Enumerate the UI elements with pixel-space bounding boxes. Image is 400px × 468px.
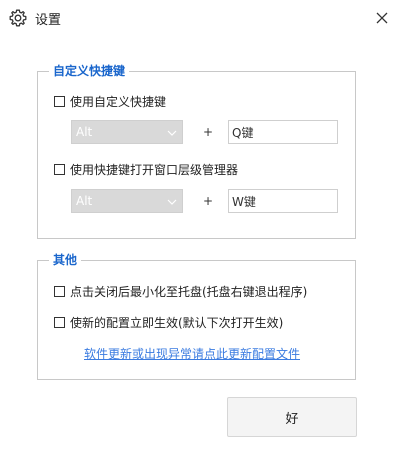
custom-shortcut-option[interactable]: 使用自定义快捷键 xyxy=(54,93,166,109)
other-group-title: 其他 xyxy=(49,252,82,268)
minimize-to-tray-label[interactable]: 点击关闭后最小化至托盘(托盘右键退出程序) xyxy=(70,283,307,300)
window-manager-key-input[interactable]: W键 xyxy=(228,189,338,213)
window-manager-label[interactable]: 使用快捷键打开窗口层级管理器 xyxy=(70,161,238,178)
shortcuts-group-title: 自定义快捷键 xyxy=(49,63,130,79)
window-manager-option[interactable]: 使用快捷键打开窗口层级管理器 xyxy=(54,161,238,177)
window-title: 设置 xyxy=(35,13,62,28)
ok-button[interactable]: 好 xyxy=(227,397,357,437)
apply-config-label[interactable]: 使新的配置立即生效(默认下次打开生效) xyxy=(70,314,283,331)
window-manager-plus: + xyxy=(203,194,214,208)
custom-shortcut-plus: + xyxy=(203,125,214,139)
title-bar: 设置 xyxy=(0,0,400,36)
minimize-to-tray-checkbox[interactable] xyxy=(54,285,65,297)
apply-config-option[interactable]: 使新的配置立即生效(默认下次打开生效) xyxy=(54,314,283,330)
update-config-link[interactable]: 软件更新或出现异常请点此更新配置文件 xyxy=(84,345,300,362)
close-icon[interactable] xyxy=(372,8,392,28)
custom-shortcut-key-input[interactable]: Q键 xyxy=(228,120,338,144)
window-manager-checkbox[interactable] xyxy=(54,163,65,175)
apply-config-checkbox[interactable] xyxy=(54,316,65,328)
minimize-to-tray-option[interactable]: 点击关闭后最小化至托盘(托盘右键退出程序) xyxy=(54,283,307,299)
chevron-down-icon xyxy=(167,199,177,205)
custom-shortcut-label[interactable]: 使用自定义快捷键 xyxy=(70,93,166,110)
custom-shortcut-modifier-select[interactable]: Alt xyxy=(71,120,183,144)
custom-shortcut-checkbox[interactable] xyxy=(54,95,65,107)
chevron-down-icon xyxy=(167,130,177,136)
window-manager-modifier-select[interactable]: Alt xyxy=(71,189,183,213)
gear-icon xyxy=(9,9,27,27)
custom-shortcut-modifier-value: Alt xyxy=(76,125,93,139)
window-manager-modifier-value: Alt xyxy=(76,194,93,208)
